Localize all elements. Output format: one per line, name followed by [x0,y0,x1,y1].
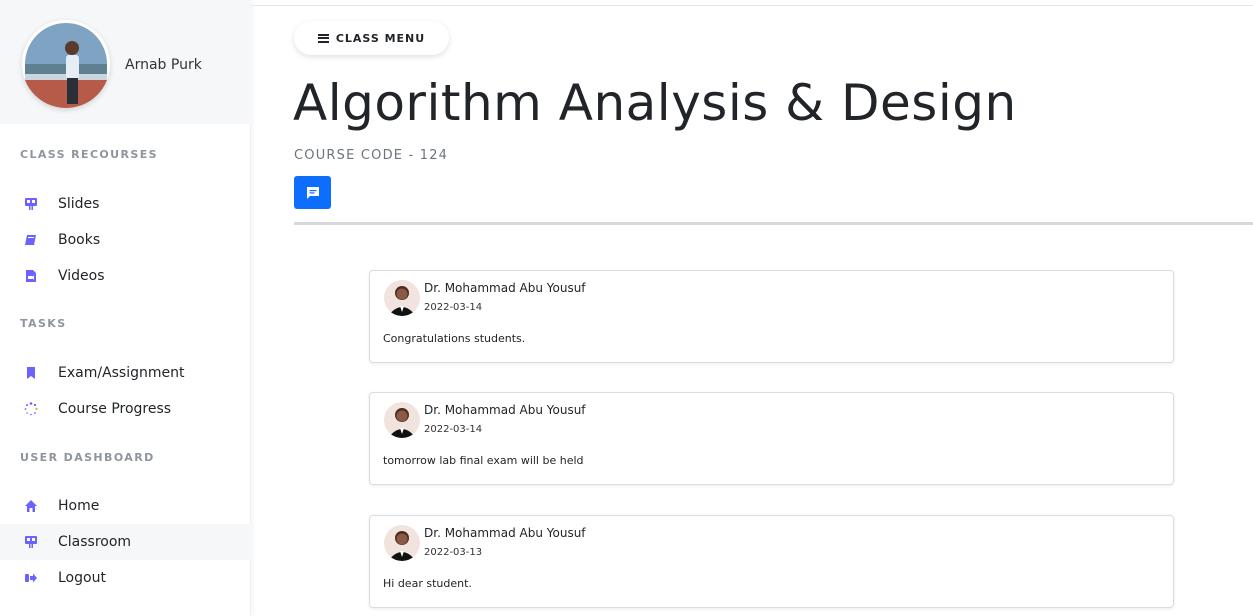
sidebar-item-label: Course Progress [58,401,172,417]
post-text: Hi dear student. [383,577,472,590]
post-date: 2022-03-14 [424,424,483,435]
author-avatar [384,280,420,316]
post-text: Congratulations students. [383,332,526,345]
post-author: Dr. Mohammad Abu Yousuf [424,281,586,295]
post-author: Dr. Mohammad Abu Yousuf [424,403,586,417]
home-icon [24,499,38,513]
sidebar-item-videos[interactable]: Videos [0,258,251,294]
course-code: COURSE CODE - 124 [294,148,449,163]
sidebar-item-label: Exam/Assignment [58,365,185,381]
sidebar-item-exam-assignment[interactable]: Exam/Assignment [0,355,251,391]
announcement-card: Dr. Mohammad Abu Yousuf 2022-03-14 Congr… [369,270,1174,363]
sidebar-item-label: Books [58,232,101,248]
section-label-tasks: TASKS [20,317,67,330]
post-date: 2022-03-13 [424,547,483,558]
sidebar-item-label: Logout [58,570,106,586]
author-avatar [384,525,420,561]
announcement-card: Dr. Mohammad Abu Yousuf 2022-03-14 tomor… [369,392,1174,485]
sidebar-item-classroom[interactable]: Classroom [0,524,251,560]
post-text: tomorrow lab final exam will be held [383,454,584,467]
profile-card: Arnab Purk [0,0,251,124]
page-title: Algorithm Analysis & Design [293,74,1017,132]
bookmark-icon [24,366,38,380]
top-divider [251,5,1253,6]
sidebar-item-course-progress[interactable]: Course Progress [0,391,251,427]
video-file-icon [24,269,38,283]
sidebar-item-logout[interactable]: Logout [0,560,251,596]
section-label-class-resources: CLASS RECOURSES [20,148,158,161]
main-content: CLASS MENU Algorithm Analysis & Design C… [251,0,1253,616]
message-button[interactable] [294,176,331,209]
avatar[interactable] [22,20,110,108]
book-icon [24,233,38,247]
sidebar-item-slides[interactable]: Slides [0,186,251,222]
sidebar-item-label: Videos [58,268,105,284]
sidebar-item-books[interactable]: Books [0,222,251,258]
sidebar: Arnab Purk CLASS RECOURSES Slides Books … [0,0,251,616]
header-divider [294,222,1253,225]
post-author: Dr. Mohammad Abu Yousuf [424,526,586,540]
sidebar-item-label: Classroom [58,534,132,550]
message-icon [306,186,319,199]
post-date: 2022-03-14 [424,302,483,313]
sidebar-item-home[interactable]: Home [0,488,251,524]
spinner-icon [24,402,38,416]
section-label-user-dashboard: USER DASHBOARD [20,451,155,464]
slides-icon [24,197,38,211]
sidebar-item-label: Slides [58,196,100,212]
hamburger-icon [317,33,329,43]
class-menu-button[interactable]: CLASS MENU [294,21,449,55]
sidebar-item-label: Home [58,498,100,514]
profile-name: Arnab Purk [125,57,202,73]
logout-icon [24,571,38,585]
announcement-card: Dr. Mohammad Abu Yousuf 2022-03-13 Hi de… [369,515,1174,608]
classroom-icon [24,535,38,549]
author-avatar [384,402,420,438]
class-menu-label: CLASS MENU [335,31,426,45]
